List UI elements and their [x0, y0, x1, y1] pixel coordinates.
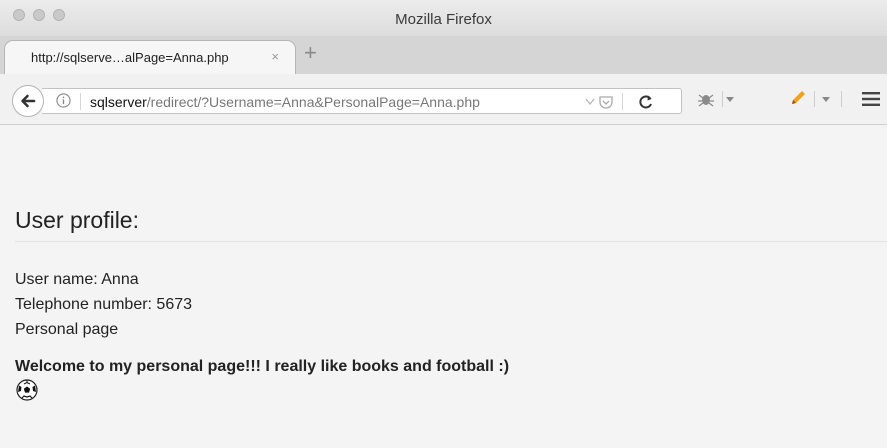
url-separator [622, 93, 623, 110]
heading-divider [15, 241, 887, 242]
url-host: sqlserver [90, 94, 147, 110]
url-bar[interactable]: sqlserver/redirect/?Username=Anna&Person… [42, 88, 682, 114]
navigation-toolbar: sqlserver/redirect/?Username=Anna&Person… [0, 74, 887, 125]
url-separator [80, 93, 81, 110]
welcome-message: Welcome to my personal page!!! I really … [15, 358, 510, 375]
username-text: User name: Anna [15, 271, 139, 288]
toolbar-separator [722, 91, 723, 107]
football-icon [16, 379, 38, 401]
bug-icon[interactable] [696, 90, 716, 108]
back-arrow-icon [21, 94, 36, 108]
pocket-icon[interactable] [598, 94, 614, 110]
new-tab-icon[interactable]: + [304, 41, 317, 65]
hamburger-menu-icon[interactable] [862, 91, 880, 107]
tab-strip: http://sqlserve…alPage=Anna.php × + [0, 36, 887, 75]
page-title: User profile: [15, 207, 139, 233]
url-path: /redirect/?Username=Anna&PersonalPage=An… [146, 94, 480, 110]
reload-icon[interactable] [638, 93, 654, 111]
personal-page-heading: Personal page [15, 321, 119, 338]
window-title: Mozilla Firefox [395, 11, 492, 28]
dropdown-icon[interactable] [726, 97, 734, 103]
page-content: User profile: User name: Anna Telephone … [0, 125, 887, 448]
pencil-icon[interactable] [788, 88, 808, 108]
tab-title: http://sqlserve…alPage=Anna.php [31, 50, 229, 65]
back-button[interactable] [12, 85, 44, 117]
toolbar-separator [814, 91, 815, 107]
tab-active[interactable]: http://sqlserve…alPage=Anna.php × [4, 40, 296, 74]
telephone-text: Telephone number: 5673 [15, 296, 193, 313]
toolbar-separator [841, 91, 842, 107]
dropdown-icon[interactable] [822, 97, 830, 103]
url-text[interactable]: sqlserver/redirect/?Username=Anna&Person… [90, 94, 480, 110]
tab-close-icon[interactable]: × [271, 49, 279, 64]
info-icon[interactable] [56, 93, 71, 108]
dropdown-icon[interactable] [585, 95, 595, 107]
